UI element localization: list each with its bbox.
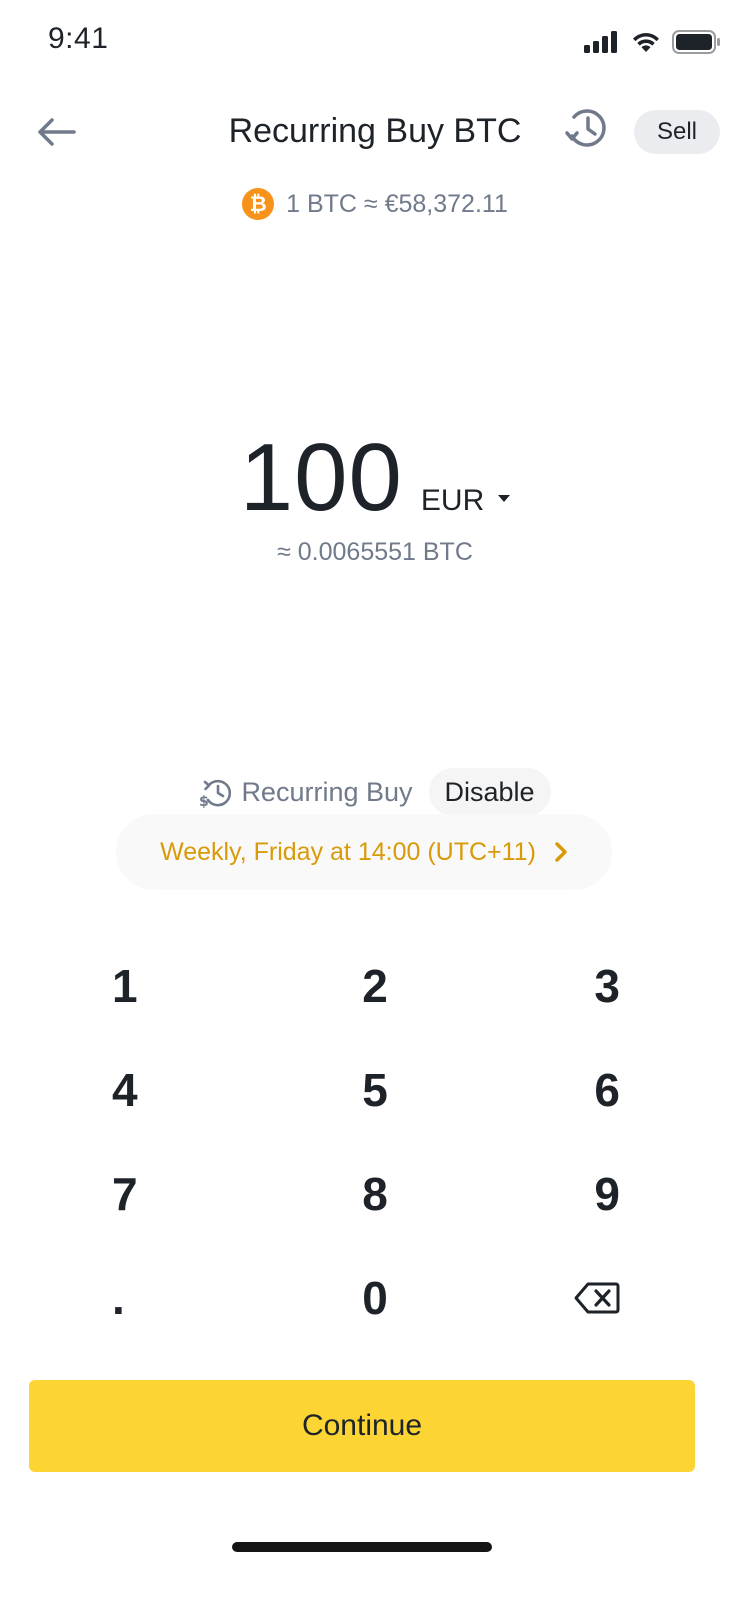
recurring-buy-label-group: $ Recurring Buy bbox=[199, 776, 413, 809]
svg-text:$: $ bbox=[199, 794, 209, 808]
key-0[interactable]: 0 bbox=[250, 1246, 500, 1350]
key-decimal[interactable]: . bbox=[0, 1246, 250, 1350]
btc-price: 1 BTC ≈ €58,372.11 bbox=[286, 189, 508, 218]
key-backspace[interactable] bbox=[500, 1246, 750, 1350]
cellular-signal-icon bbox=[584, 31, 617, 53]
chevron-right-icon bbox=[555, 842, 567, 862]
key-9[interactable]: 9 bbox=[500, 1142, 750, 1246]
clock-history-icon bbox=[565, 109, 606, 147]
key-1[interactable]: 1 bbox=[0, 934, 250, 1038]
bitcoin-icon: ₿ bbox=[242, 188, 275, 220]
key-2[interactable]: 2 bbox=[250, 934, 500, 1038]
sell-button[interactable]: Sell bbox=[634, 110, 720, 154]
schedule-selector[interactable]: Weekly, Friday at 14:00 (UTC+11) bbox=[116, 814, 612, 890]
key-6[interactable]: 6 bbox=[500, 1038, 750, 1142]
price-line: ₿ 1 BTC ≈ €58,372.11 bbox=[0, 188, 750, 220]
amount-value: 100 bbox=[239, 424, 403, 531]
home-indicator bbox=[232, 1542, 492, 1552]
recurring-dollar-clock-icon: $ bbox=[199, 779, 232, 808]
schedule-text: Weekly, Friday at 14:00 (UTC+11) bbox=[160, 837, 536, 866]
converted-amount: ≈ 0.0065551 BTC bbox=[277, 538, 473, 566]
key-4[interactable]: 4 bbox=[0, 1038, 250, 1142]
backspace-icon bbox=[574, 1282, 620, 1314]
history-button[interactable] bbox=[564, 106, 610, 152]
status-icons bbox=[584, 30, 720, 54]
battery-icon bbox=[672, 30, 720, 54]
key-7[interactable]: 7 bbox=[0, 1142, 250, 1246]
header: Recurring Buy BTC Sell bbox=[0, 96, 750, 168]
status-time: 9:41 bbox=[48, 22, 109, 55]
wifi-icon bbox=[633, 33, 659, 52]
continue-button[interactable]: Continue bbox=[29, 1380, 695, 1472]
caret-down-icon bbox=[498, 494, 511, 502]
disable-button[interactable]: Disable bbox=[428, 768, 551, 816]
key-5[interactable]: 5 bbox=[250, 1038, 500, 1142]
numeric-keypad: 1 2 3 4 5 6 7 8 9 . 0 bbox=[0, 934, 750, 1350]
recurring-buy-label: Recurring Buy bbox=[241, 776, 413, 807]
currency-code: EUR bbox=[420, 484, 485, 517]
currency-selector[interactable]: EUR bbox=[420, 484, 511, 518]
recurring-buy-row: $ Recurring Buy Disable bbox=[0, 768, 750, 816]
key-3[interactable]: 3 bbox=[500, 934, 750, 1038]
amount-display: 100 EUR bbox=[0, 430, 750, 526]
key-8[interactable]: 8 bbox=[250, 1142, 500, 1246]
status-bar: 9:41 bbox=[0, 0, 750, 88]
